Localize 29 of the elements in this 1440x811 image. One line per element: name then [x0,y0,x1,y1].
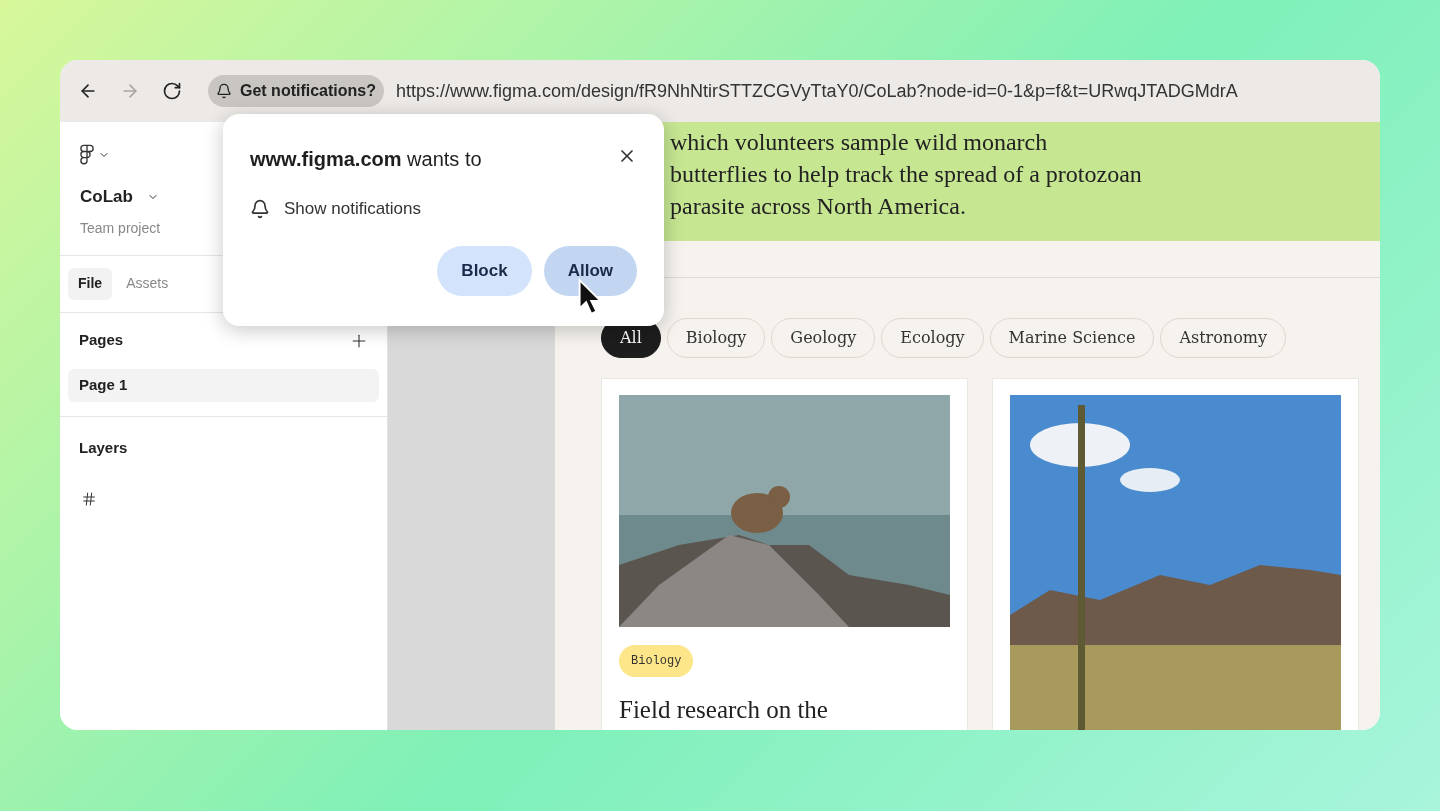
banner-text: butterflies to help track the spread of a protozoan [670,160,1143,189]
card-title[interactable]: Field research on the [619,691,950,729]
project-name[interactable]: CoLab [80,184,133,210]
filter-chip[interactable]: Biology [666,318,766,358]
block-button[interactable]: Block [437,245,532,296]
team-label: Team project [80,218,162,238]
reload-icon[interactable] [162,81,182,101]
filter-chip[interactable]: Ecology [881,318,984,358]
notification-chip[interactable]: Get notifications? [208,75,384,107]
pages-heading: Pages [79,330,124,351]
logo-icon [80,144,94,166]
layers-heading: Layers [79,437,129,458]
category-tag: Biology [619,645,694,677]
banner-text: which volunteers sample wild monarch [670,128,1049,157]
banner-text: parasite across North America. [670,192,967,221]
popup-title: www.figma.com wants to [250,147,482,172]
permission-label: Show notifications [284,198,422,220]
frame-icon[interactable] [81,491,97,507]
sidebar-tab[interactable]: File [68,267,113,300]
allow-button[interactable]: Allow [543,245,637,296]
filter-chip[interactable]: Astronomy [1160,318,1286,358]
bell-icon [216,83,232,99]
url-text[interactable]: https://www.figma.com/design/fR9NhNtirSTTZCGVyTtaY0/CoLab?node-id=0-1&p=f&t=URwqJTADGMdrA [396,77,1238,105]
bell-icon [250,198,270,219]
filter-chip[interactable]: Marine Science [989,318,1155,358]
sidebar-tab[interactable]: Assets [116,267,179,300]
page-item[interactable]: Page 1 [68,368,379,402]
filter-chip[interactable]: Geology [771,318,876,358]
article-card[interactable]: Biology Field research on the [601,378,968,730]
